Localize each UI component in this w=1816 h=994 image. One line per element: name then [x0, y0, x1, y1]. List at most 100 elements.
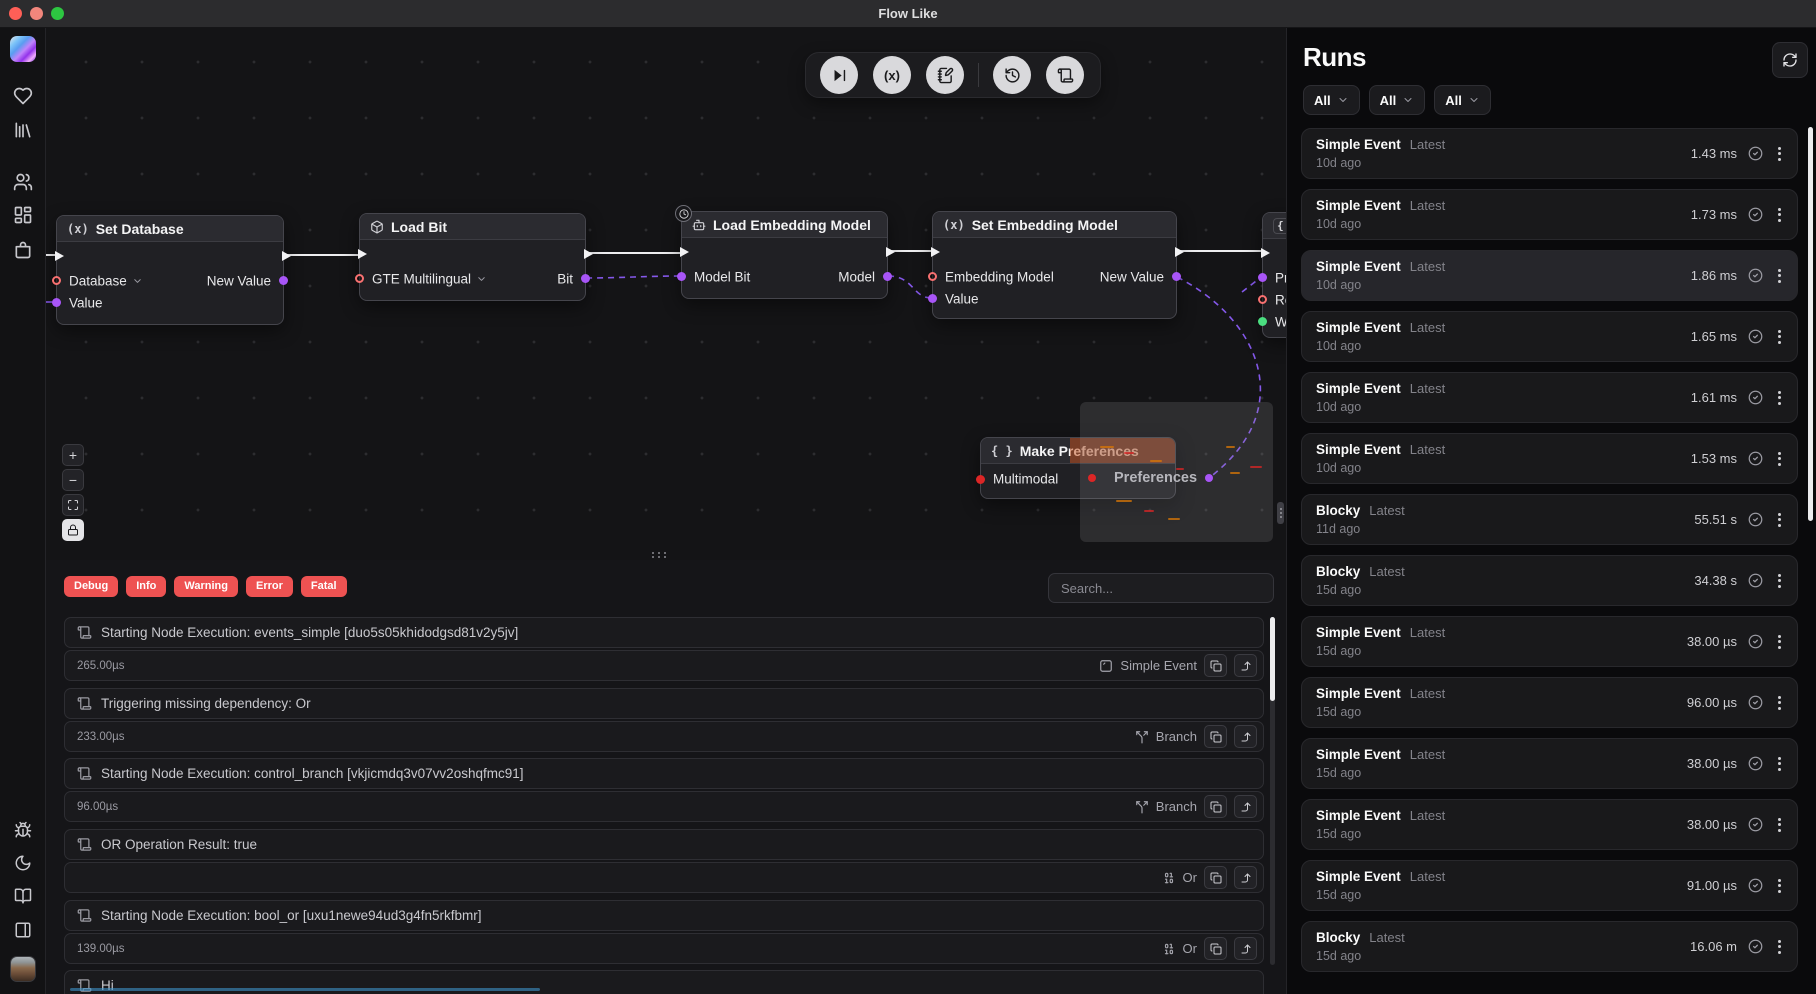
node-load-bit[interactable]: Load Bit GTE Multilingual Bit	[359, 213, 586, 301]
run-card[interactable]: Simple Event Latest 15d ago 96.00 µs	[1301, 677, 1798, 728]
runs-filter-2[interactable]: All	[1369, 85, 1426, 115]
apps-button[interactable]	[8, 200, 38, 230]
log-resize-handle[interactable]	[652, 552, 668, 558]
run-menu-button[interactable]	[1774, 694, 1785, 712]
run-card[interactable]: Simple Event Latest 10d ago 1.43 ms	[1301, 128, 1798, 179]
log-message-row[interactable]: OR Operation Result: true	[64, 829, 1264, 860]
log-scrollbar-thumb[interactable]	[1270, 617, 1275, 701]
run-card[interactable]: Simple Event Latest 15d ago 38.00 µs	[1301, 616, 1798, 667]
run-card[interactable]: Simple Event Latest 10d ago 1.65 ms	[1301, 311, 1798, 362]
log-entry[interactable]: Starting Node Execution: control_branch …	[64, 758, 1264, 822]
filter-debug[interactable]: Debug	[64, 576, 118, 597]
logs-button[interactable]	[1046, 56, 1084, 94]
input-pin-value[interactable]	[928, 294, 937, 303]
log-message-row[interactable]: Starting Node Execution: control_branch …	[64, 758, 1264, 789]
exec-in-pin[interactable]	[55, 251, 64, 261]
debug-button[interactable]	[8, 815, 38, 845]
jump-to-node-button[interactable]	[1234, 654, 1257, 677]
run-menu-button[interactable]	[1774, 938, 1785, 956]
history-button[interactable]	[993, 56, 1031, 94]
runs-filter-1[interactable]: All	[1303, 85, 1360, 115]
input-pin-database[interactable]	[52, 276, 61, 285]
input-pin-embedding-model[interactable]	[928, 272, 937, 281]
chevron-down-icon[interactable]	[476, 274, 487, 285]
run-menu-button[interactable]	[1774, 328, 1785, 346]
run-card[interactable]: Blocky Latest 11d ago 55.51 s	[1301, 494, 1798, 545]
run-card[interactable]: Simple Event Latest 15d ago 38.00 µs	[1301, 738, 1798, 789]
variables-button[interactable]: (x)	[873, 56, 911, 94]
library-button[interactable]	[8, 115, 38, 145]
output-pin-new-value[interactable]	[279, 276, 288, 285]
lock-canvas-button[interactable]	[62, 519, 84, 541]
exec-in-pin[interactable]	[680, 247, 689, 257]
user-avatar[interactable]	[10, 956, 36, 982]
output-pin-new-value[interactable]	[1172, 272, 1181, 281]
run-card[interactable]: Simple Event Latest 15d ago 38.00 µs	[1301, 799, 1798, 850]
exec-out-pin[interactable]	[1175, 247, 1184, 257]
copy-button[interactable]	[1204, 654, 1227, 677]
refresh-runs-button[interactable]	[1772, 42, 1808, 78]
run-card[interactable]: Simple Event Latest 10d ago 1.53 ms	[1301, 433, 1798, 484]
log-message-row[interactable]: Triggering missing dependency: Or	[64, 688, 1264, 719]
run-card[interactable]: Simple Event Latest 10d ago 1.86 ms	[1301, 250, 1798, 301]
fit-view-button[interactable]	[62, 494, 84, 516]
run-menu-button[interactable]	[1774, 450, 1785, 468]
log-message-row[interactable]: Starting Node Execution: bool_or [uxu1ne…	[64, 900, 1264, 931]
log-entry[interactable]: Triggering missing dependency: Or 233.00…	[64, 688, 1264, 752]
node-set-embedding-model[interactable]: (x) Set Embedding Model Embedding Model …	[932, 211, 1177, 319]
input-pin-1[interactable]	[1258, 273, 1267, 282]
run-card[interactable]: Blocky Latest 15d ago 34.38 s	[1301, 555, 1798, 606]
favorites-button[interactable]	[8, 81, 38, 111]
log-message-row[interactable]: Starting Node Execution: events_simple […	[64, 617, 1264, 648]
runs-scrollbar-thumb[interactable]	[1808, 127, 1813, 521]
copy-button[interactable]	[1204, 725, 1227, 748]
zoom-in-button[interactable]: +	[62, 444, 84, 466]
copy-button[interactable]	[1204, 937, 1227, 960]
log-entry[interactable]: Starting Node Execution: events_simple […	[64, 617, 1264, 681]
run-flow-button[interactable]	[820, 56, 858, 94]
exec-out-pin[interactable]	[282, 251, 291, 261]
store-button[interactable]	[8, 235, 38, 265]
log-entry[interactable]: OR Operation Result: true Or	[64, 829, 1264, 893]
run-menu-button[interactable]	[1774, 206, 1785, 224]
run-menu-button[interactable]	[1774, 816, 1785, 834]
exec-in-pin[interactable]	[1261, 248, 1270, 258]
input-pin-bit[interactable]	[355, 274, 364, 283]
exec-out-pin[interactable]	[584, 249, 593, 259]
copy-button[interactable]	[1204, 866, 1227, 889]
exec-in-pin[interactable]	[358, 249, 367, 259]
run-menu-button[interactable]	[1774, 389, 1785, 407]
filter-error[interactable]: Error	[246, 576, 293, 597]
zoom-out-button[interactable]: −	[62, 469, 84, 491]
node-set-database[interactable]: (x) Set Database Database New Value Valu…	[56, 215, 284, 325]
node-load-embedding-model[interactable]: Load Embedding Model Model Bit Model	[681, 211, 888, 299]
run-menu-button[interactable]	[1774, 511, 1785, 529]
panel-resize-handle[interactable]	[1277, 502, 1284, 524]
flow-canvas[interactable]: (x) (x) Set Database	[46, 28, 1286, 994]
runs-filter-3[interactable]: All	[1434, 85, 1491, 115]
run-menu-button[interactable]	[1774, 633, 1785, 651]
app-logo[interactable]	[10, 36, 36, 62]
filter-info[interactable]: Info	[126, 576, 166, 597]
input-pin-3[interactable]	[1258, 317, 1267, 326]
filter-warning[interactable]: Warning	[174, 576, 238, 597]
docs-button[interactable]	[8, 881, 38, 911]
copy-button[interactable]	[1204, 795, 1227, 818]
input-pin-model-bit[interactable]	[677, 272, 686, 281]
run-menu-button[interactable]	[1774, 755, 1785, 773]
team-button[interactable]	[8, 167, 38, 197]
theme-toggle-button[interactable]	[8, 848, 38, 878]
exec-in-pin[interactable]	[931, 247, 940, 257]
run-menu-button[interactable]	[1774, 572, 1785, 590]
jump-to-node-button[interactable]	[1234, 795, 1257, 818]
run-card[interactable]: Simple Event Latest 10d ago 1.73 ms	[1301, 189, 1798, 240]
jump-to-node-button[interactable]	[1234, 866, 1257, 889]
jump-to-node-button[interactable]	[1234, 937, 1257, 960]
log-entry[interactable]: Starting Node Execution: bool_or [uxu1ne…	[64, 900, 1264, 964]
filter-fatal[interactable]: Fatal	[301, 576, 347, 597]
run-menu-button[interactable]	[1774, 145, 1785, 163]
run-menu-button[interactable]	[1774, 877, 1785, 895]
output-pin-model[interactable]	[883, 272, 892, 281]
output-pin-bit[interactable]	[581, 274, 590, 283]
exec-out-pin[interactable]	[886, 247, 895, 257]
